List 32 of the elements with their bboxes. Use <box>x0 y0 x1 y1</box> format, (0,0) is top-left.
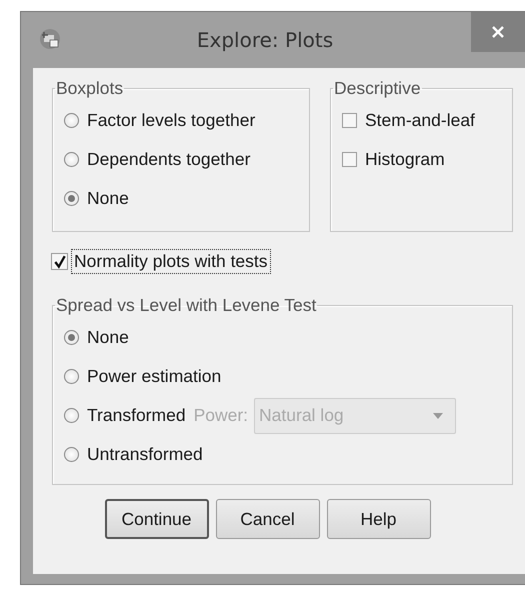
radio-button[interactable] <box>64 447 79 462</box>
checkbox[interactable] <box>342 113 357 128</box>
option-label: Stem-and-leaf <box>365 110 475 131</box>
option-label: Normality plots with tests <box>72 250 270 273</box>
option-label: None <box>87 188 129 209</box>
dialog-button[interactable]: Continue <box>104 499 208 539</box>
option-label: Factor levels together <box>87 110 256 131</box>
option-label: Dependents together <box>87 149 250 170</box>
radio-button[interactable] <box>64 191 79 206</box>
app-icon <box>39 28 61 50</box>
radio-button[interactable] <box>64 369 79 384</box>
group-title: Descriptive <box>333 78 422 99</box>
dropdown-arrow-icon <box>433 412 444 418</box>
dialog-button[interactable]: Cancel <box>216 499 320 539</box>
close-button[interactable] <box>471 12 525 52</box>
dialog-button[interactable]: Help <box>326 499 430 539</box>
close-icon <box>490 24 506 40</box>
window-title: Explore: Plots <box>196 28 334 52</box>
radio-button[interactable] <box>64 152 79 167</box>
option-label: Transformed <box>87 405 186 426</box>
option-label: Histogram <box>365 149 445 170</box>
option-label: Power estimation <box>87 366 222 387</box>
power-label: Power: <box>194 405 248 426</box>
group-title: Spread vs Level with Levene Test <box>55 295 318 316</box>
option-label: None <box>87 327 129 348</box>
radio-button[interactable] <box>64 113 79 128</box>
radio-button[interactable] <box>64 408 79 423</box>
radio-button[interactable] <box>64 330 79 345</box>
checkbox[interactable] <box>51 253 68 270</box>
group-title: Boxplots <box>55 78 124 99</box>
option-label: Untransformed <box>87 444 203 465</box>
checkbox[interactable] <box>342 152 357 167</box>
